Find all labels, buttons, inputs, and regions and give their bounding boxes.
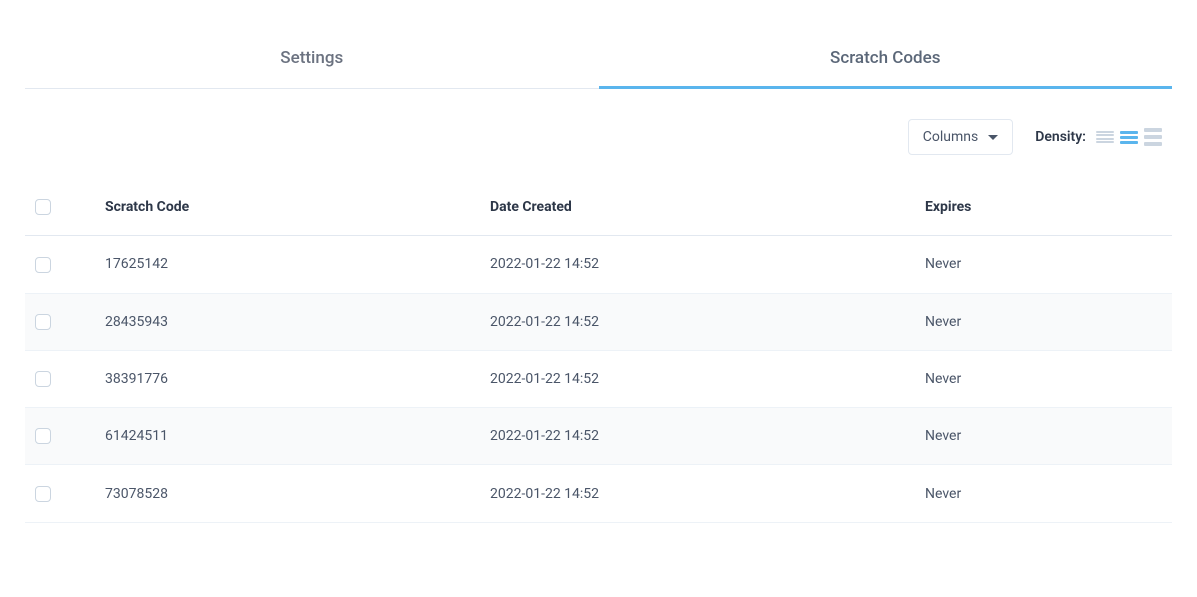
cell-expires: Never bbox=[915, 236, 1172, 293]
density-normal-icon[interactable] bbox=[1120, 128, 1138, 146]
header-date[interactable]: Date Created bbox=[480, 179, 915, 236]
table-row: 614245112022-01-22 14:52Never bbox=[25, 408, 1172, 465]
row-checkbox-cell bbox=[25, 408, 95, 465]
cell-expires: Never bbox=[915, 293, 1172, 350]
tab-scratch-codes[interactable]: Scratch Codes bbox=[599, 30, 1173, 88]
row-checkbox-cell bbox=[25, 465, 95, 522]
row-checkbox-cell bbox=[25, 293, 95, 350]
cell-date: 2022-01-22 14:52 bbox=[480, 408, 915, 465]
table-row: 176251422022-01-22 14:52Never bbox=[25, 236, 1172, 293]
row-checkbox[interactable] bbox=[35, 486, 51, 502]
cell-code: 28435943 bbox=[95, 293, 480, 350]
row-checkbox[interactable] bbox=[35, 314, 51, 330]
density-compact-icon[interactable] bbox=[1096, 128, 1114, 146]
density-comfy-icon[interactable] bbox=[1144, 128, 1162, 146]
table-row: 730785282022-01-22 14:52Never bbox=[25, 465, 1172, 522]
columns-button-label: Columns bbox=[923, 129, 978, 145]
table-row: 383917762022-01-22 14:52Never bbox=[25, 350, 1172, 407]
density-control: Density: bbox=[1035, 128, 1162, 146]
density-icons bbox=[1096, 128, 1162, 146]
caret-down-icon bbox=[988, 135, 998, 140]
cell-date: 2022-01-22 14:52 bbox=[480, 236, 915, 293]
row-checkbox[interactable] bbox=[35, 371, 51, 387]
cell-code: 38391776 bbox=[95, 350, 480, 407]
cell-date: 2022-01-22 14:52 bbox=[480, 465, 915, 522]
row-checkbox-cell bbox=[25, 350, 95, 407]
tabs: Settings Scratch Codes bbox=[25, 30, 1172, 89]
row-checkbox[interactable] bbox=[35, 257, 51, 273]
header-code[interactable]: Scratch Code bbox=[95, 179, 480, 236]
toolbar: Columns Density: bbox=[25, 89, 1172, 179]
row-checkbox[interactable] bbox=[35, 428, 51, 444]
select-all-checkbox[interactable] bbox=[35, 199, 51, 215]
cell-expires: Never bbox=[915, 350, 1172, 407]
cell-code: 17625142 bbox=[95, 236, 480, 293]
cell-date: 2022-01-22 14:52 bbox=[480, 293, 915, 350]
header-checkbox-cell bbox=[25, 179, 95, 236]
density-label: Density: bbox=[1035, 129, 1086, 145]
cell-code: 73078528 bbox=[95, 465, 480, 522]
table-header-row: Scratch Code Date Created Expires bbox=[25, 179, 1172, 236]
cell-expires: Never bbox=[915, 465, 1172, 522]
scratch-codes-table: Scratch Code Date Created Expires 176251… bbox=[25, 179, 1172, 523]
cell-code: 61424511 bbox=[95, 408, 480, 465]
header-expires[interactable]: Expires bbox=[915, 179, 1172, 236]
row-checkbox-cell bbox=[25, 236, 95, 293]
tab-settings[interactable]: Settings bbox=[25, 30, 599, 88]
table-row: 284359432022-01-22 14:52Never bbox=[25, 293, 1172, 350]
cell-expires: Never bbox=[915, 408, 1172, 465]
columns-button[interactable]: Columns bbox=[908, 119, 1013, 155]
cell-date: 2022-01-22 14:52 bbox=[480, 350, 915, 407]
